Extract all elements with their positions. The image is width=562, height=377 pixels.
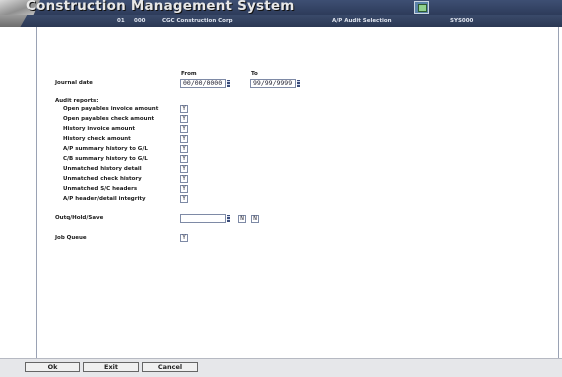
title-bar: Construction Management System xyxy=(0,0,562,28)
audit-report-label: Open payables invoice amount xyxy=(63,106,159,112)
audit-report-label: A/P header/detail integrity xyxy=(63,196,146,202)
job-queue-label: Job Queue xyxy=(55,235,87,241)
journal-date-from-field[interactable]: 00/00/0000 xyxy=(180,79,226,88)
audit-report-label: Unmatched history detail xyxy=(63,166,142,172)
logo-swoosh-lower xyxy=(0,15,28,27)
audit-reports-label: Audit reports: xyxy=(55,98,99,104)
audit-report-toggle[interactable]: Y xyxy=(180,135,188,143)
company-number: 01 xyxy=(117,18,125,24)
app-title: Construction Management System xyxy=(26,0,295,14)
audit-report-label: Unmatched S/C headers xyxy=(63,186,138,192)
audit-report-toggle[interactable]: Y xyxy=(180,175,188,183)
outq-label: Outq/Hold/Save xyxy=(55,215,104,221)
audit-report-toggle[interactable]: Y xyxy=(180,105,188,113)
journal-date-to-field[interactable]: 99/99/9999 xyxy=(250,79,296,88)
form-panel xyxy=(36,27,559,358)
screen-title: A/P Audit Selection xyxy=(332,18,392,24)
from-header: From xyxy=(181,71,197,77)
info-bar: 01 000 CGC Construction Corp A/P Audit S… xyxy=(0,15,562,27)
program-id: SYS000 xyxy=(450,18,474,24)
audit-report-label: A/P summary history to G/L xyxy=(63,146,148,152)
audit-report-toggle[interactable]: Y xyxy=(180,145,188,153)
save-toggle[interactable]: N xyxy=(251,215,259,223)
job-queue-toggle[interactable]: Y xyxy=(180,234,188,242)
hold-toggle[interactable]: N xyxy=(238,215,246,223)
spin-arrows-icon[interactable] xyxy=(297,80,300,87)
audit-report-label: Unmatched check history xyxy=(63,176,142,182)
audit-report-toggle[interactable]: Y xyxy=(180,165,188,173)
audit-report-label: C/B summary history to G/L xyxy=(63,156,148,162)
button-bar: Ok Exit Cancel xyxy=(0,358,562,377)
cancel-button[interactable]: Cancel xyxy=(142,362,198,372)
audit-report-toggle[interactable]: Y xyxy=(180,125,188,133)
audit-report-toggle[interactable]: Y xyxy=(180,115,188,123)
to-header: To xyxy=(251,71,258,77)
spin-arrows-icon[interactable] xyxy=(227,215,230,222)
company-name: CGC Construction Corp xyxy=(162,18,233,24)
journal-date-label: Journal date xyxy=(55,80,93,86)
spin-arrows-icon[interactable] xyxy=(227,80,230,87)
audit-report-label: History invoice amount xyxy=(63,126,136,132)
audit-report-toggle[interactable]: Y xyxy=(180,155,188,163)
left-margin xyxy=(0,27,36,358)
audit-report-label: Open payables check amount xyxy=(63,116,155,122)
outq-field[interactable] xyxy=(180,214,226,223)
audit-report-toggle[interactable]: Y xyxy=(180,195,188,203)
window-app-icon[interactable] xyxy=(414,1,429,14)
exit-button[interactable]: Exit xyxy=(83,362,139,372)
audit-report-label: History check amount xyxy=(63,136,131,142)
ok-button[interactable]: Ok xyxy=(25,362,80,372)
division-number: 000 xyxy=(134,18,146,24)
audit-report-toggle[interactable]: Y xyxy=(180,185,188,193)
